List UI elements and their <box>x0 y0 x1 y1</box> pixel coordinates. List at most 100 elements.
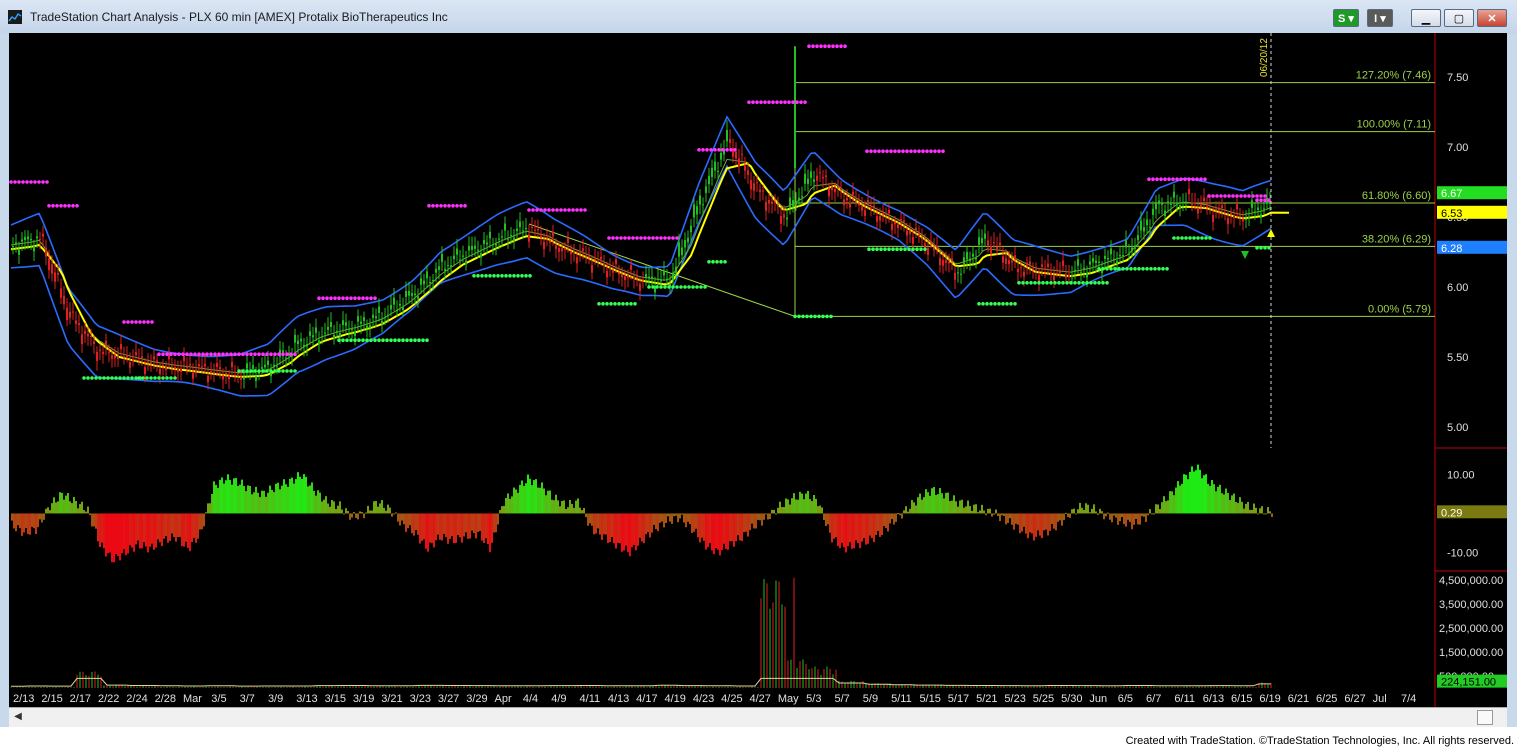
date-axis-label: 6/7 <box>1146 693 1161 705</box>
resistance-marker <box>667 236 671 240</box>
oscillator-bar <box>363 513 365 519</box>
oscillator-bar <box>813 495 815 514</box>
oscillator-bar <box>287 486 289 514</box>
oscillator-bar <box>693 513 695 532</box>
oscillator-bar <box>369 510 371 514</box>
candle-body <box>999 242 1001 245</box>
candle-body <box>135 352 137 356</box>
oscillator-bar <box>421 513 423 541</box>
candle-body <box>510 235 512 237</box>
scroll-thumb[interactable] <box>1477 710 1493 725</box>
oscillator-bar <box>1241 501 1243 514</box>
strategy-button[interactable]: S ▾ <box>1333 9 1359 27</box>
candle-body <box>831 186 833 191</box>
resistance-marker <box>1219 194 1223 198</box>
title-bar[interactable]: TradeStation Chart Analysis - PLX 60 min… <box>0 0 1517 34</box>
oscillator-bar <box>437 513 439 535</box>
candle-body <box>459 259 461 261</box>
oscillator-bar <box>867 513 869 544</box>
oscillator-bar <box>161 513 163 547</box>
maximize-button[interactable]: ▢ <box>1444 9 1474 27</box>
candle-body <box>75 320 77 325</box>
resistance-marker <box>177 352 181 357</box>
oscillator-bar <box>441 513 443 541</box>
candle-body <box>1242 218 1244 222</box>
candle-body <box>594 258 596 260</box>
oscillator-bar <box>1079 502 1081 514</box>
oscillator-bar <box>791 498 793 514</box>
support-marker <box>723 260 727 264</box>
candle-body <box>138 358 140 360</box>
horizontal-scrollbar[interactable]: ◀ <box>9 707 1507 727</box>
support-marker <box>703 285 707 289</box>
oscillator-bar <box>481 513 483 541</box>
candle-body <box>519 221 521 227</box>
chart-canvas[interactable]: 7.507.006.506.005.505.00127.20% (7.46)10… <box>9 33 1507 707</box>
support-marker <box>337 338 341 343</box>
oscillator-bar <box>575 500 577 514</box>
resistance-marker <box>865 149 869 153</box>
oscillator-bar <box>675 513 677 516</box>
oscillator-bar <box>623 513 625 551</box>
chart-area[interactable]: 7.507.006.506.005.505.00127.20% (7.46)10… <box>9 33 1507 707</box>
oscillator-bar <box>639 513 641 538</box>
candle-body <box>1122 254 1124 256</box>
support-marker <box>1069 281 1073 285</box>
oscillator-bar <box>1123 513 1125 525</box>
scroll-left-icon[interactable]: ◀ <box>11 710 25 724</box>
resistance-marker <box>165 352 169 357</box>
candle-body <box>885 214 887 216</box>
support-marker <box>651 285 655 289</box>
resistance-marker <box>265 352 269 357</box>
candle-body <box>849 202 851 208</box>
oscillator-bar <box>183 513 185 547</box>
oscillator-bar <box>637 513 639 546</box>
oscillator-bar <box>563 500 565 514</box>
oscillator-bar <box>181 513 183 547</box>
oscillator-bar <box>265 496 267 514</box>
candle-body <box>1227 218 1229 225</box>
resistance-marker <box>531 208 535 212</box>
support-marker <box>1117 267 1121 271</box>
oscillator-bar <box>71 503 73 514</box>
oscillator-bar <box>1137 513 1139 525</box>
oscillator-bar <box>749 513 751 531</box>
candle-body <box>837 186 839 188</box>
oscillator-bar <box>625 513 627 546</box>
date-axis-label: 6/5 <box>1118 693 1133 705</box>
oscillator-bar <box>201 513 203 530</box>
oscillator-bar <box>1187 479 1189 514</box>
indicator-button[interactable]: I ▾ <box>1367 9 1393 27</box>
candle-body <box>609 267 611 269</box>
resistance-marker <box>321 296 325 301</box>
minimize-button[interactable]: ▁ <box>1411 9 1441 27</box>
candle-body <box>912 236 914 244</box>
candle-body <box>1050 272 1052 275</box>
oscillator-bar <box>1237 503 1239 514</box>
oscillator-bar <box>1121 513 1123 518</box>
support-marker <box>98 376 102 380</box>
oscillator-bar <box>765 513 767 515</box>
close-button[interactable]: ✕ <box>1477 9 1507 27</box>
resistance-marker <box>607 236 611 240</box>
oscillator-bar <box>189 513 191 552</box>
support-marker <box>369 338 373 343</box>
resistance-marker <box>751 100 755 104</box>
oscillator-bar <box>93 513 95 527</box>
support-marker <box>915 247 919 251</box>
date-axis-label: 6/27 <box>1344 693 1365 705</box>
resistance-marker <box>45 180 49 184</box>
candle-body <box>771 201 773 204</box>
oscillator-bar <box>59 492 61 514</box>
oscillator-bar <box>173 513 175 538</box>
candle-body <box>528 234 530 242</box>
candle-body <box>618 272 620 275</box>
candle-body <box>807 178 809 184</box>
oscillator-bar <box>593 513 595 535</box>
support-marker <box>385 338 389 343</box>
oscillator-bar <box>769 513 771 520</box>
oscillator-bar <box>1261 506 1263 514</box>
candle-body <box>426 271 428 279</box>
oscillator-bar <box>25 513 27 528</box>
oscillator-bar <box>695 513 697 529</box>
